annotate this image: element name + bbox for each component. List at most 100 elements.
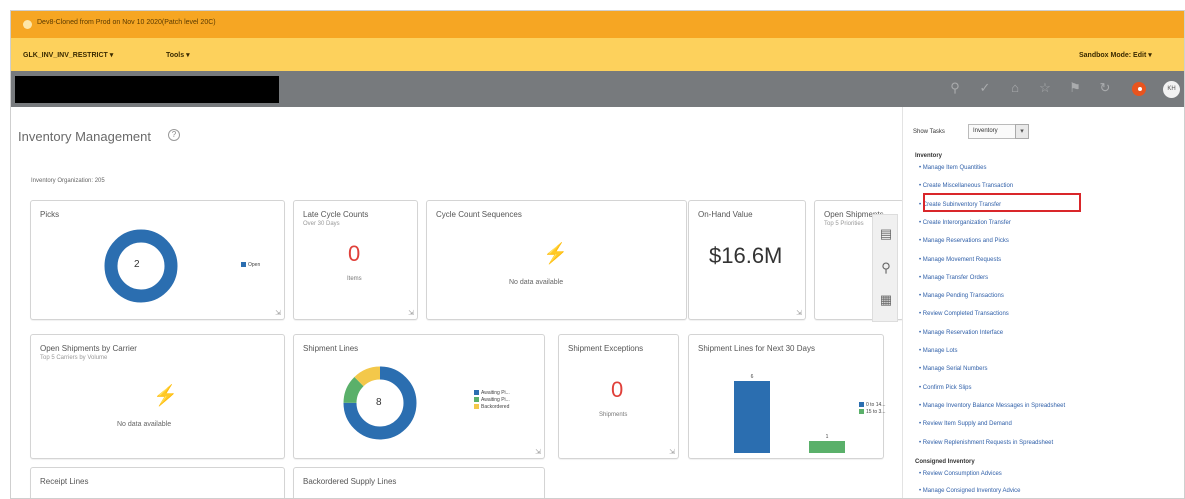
home-icon[interactable]: ⌂	[1007, 80, 1023, 96]
task-link[interactable]: • Manage Serial Numbers	[919, 366, 987, 372]
task-link[interactable]: • Manage Transfer Orders	[919, 275, 988, 281]
receipt-lines-tile[interactable]: Receipt Lines	[30, 467, 285, 498]
on-hand-value: $16.6M	[709, 243, 783, 268]
no-data-text: No data available	[509, 279, 564, 286]
legend-item-awaiting-2: Awaiting Pi...	[474, 397, 510, 403]
shipment-exceptions-caption: Shipments	[599, 412, 628, 418]
tile-title: Shipment Lines	[303, 344, 359, 353]
sandbox-menu[interactable]: GLK_INV_INV_RESTRICT ▾	[23, 51, 113, 59]
notification-badge	[1138, 87, 1142, 91]
app-window: Dev8-Cloned from Prod on Nov 10 2020(Pat…	[10, 10, 1185, 499]
task-link[interactable]: • Manage Lots	[919, 348, 957, 354]
task-link[interactable]: • Review Consumption Advices	[919, 471, 1002, 477]
tile-title: Shipment Exceptions	[568, 344, 644, 353]
donut-center-value: 2	[134, 259, 140, 270]
on-hand-value-tile[interactable]: On-Hand Value $16.6M ⇲	[688, 200, 806, 320]
chart-icon[interactable]: ▦	[877, 291, 895, 309]
shipment-exceptions-tile[interactable]: Shipment Exceptions 0 Shipments ⇲	[558, 334, 679, 459]
shipment-exceptions-value: 0	[611, 377, 624, 402]
tile-title: Late Cycle Counts	[303, 210, 369, 219]
redacted-logo	[15, 76, 279, 103]
task-link[interactable]: • Create Miscellaneous Transaction	[919, 183, 1013, 189]
show-tasks-label: Show Tasks	[913, 129, 945, 135]
star-icon[interactable]: ☆	[1037, 80, 1053, 96]
late-count-value: 0	[348, 241, 361, 266]
legend-item-awaiting-1: Awaiting Pi...	[474, 390, 510, 396]
shipment-lines-next-30-days-tile[interactable]: Shipment Lines for Next 30 Days 61 0 to …	[688, 334, 885, 459]
task-link[interactable]: • Create Interorganization Transfer	[919, 220, 1011, 226]
resize-handle-icon[interactable]: ⇲	[669, 448, 675, 456]
tile-subtitle: Over 30 Days	[303, 221, 340, 227]
sandbox-toolbar: GLK_INV_INV_RESTRICT ▾ Tools ▾ Sandbox M…	[11, 38, 1184, 71]
legend-item-open: Open	[241, 262, 260, 268]
cycle-count-sequences-tile[interactable]: Cycle Count Sequences ⚡ No data availabl…	[426, 200, 687, 320]
tasks-panel: Show Tasks Inventory ▾ Inventory • Manag…	[902, 107, 1184, 498]
recent-icon[interactable]: ↻	[1097, 80, 1113, 96]
side-toolbar: ▤ ⚲ ▦	[872, 214, 898, 322]
tools-menu[interactable]: Tools ▾	[166, 51, 190, 59]
donut-center-value: 8	[376, 397, 382, 408]
task-link[interactable]: • Confirm Pick Slips	[919, 385, 971, 391]
tile-title: Open Shipments by Carrier	[40, 344, 137, 353]
tile-title: On-Hand Value	[698, 210, 753, 219]
tile-title: Picks	[40, 210, 60, 219]
environment-banner: Dev8-Cloned from Prod on Nov 10 2020(Pat…	[11, 11, 1184, 38]
shipment-lines-next-30-bar-chart: 61	[734, 374, 845, 453]
task-link[interactable]: • Manage Pending Transactions	[919, 293, 1004, 299]
organization-label: Inventory Organization: 205	[31, 178, 105, 184]
bar-data-label: 6	[751, 374, 754, 380]
lightning-icon: ⚡	[543, 243, 568, 265]
search-icon[interactable]: ⚲	[947, 80, 963, 96]
shipment-lines-tile[interactable]: Shipment Lines 8 Awaiting Pi... Awaiting…	[293, 334, 545, 459]
picks-donut-chart	[104, 229, 178, 303]
legend-item-0-14: 0 to 14...	[859, 402, 885, 408]
chevron-down-icon[interactable]: ▾	[1015, 124, 1029, 139]
help-icon[interactable]: ?	[168, 129, 180, 141]
info-icon	[23, 20, 32, 29]
bar-1	[809, 441, 845, 453]
task-link[interactable]: • Manage Movement Requests	[919, 257, 1001, 263]
legend-label: Open	[248, 262, 261, 268]
sandbox-mode-menu[interactable]: Sandbox Mode: Edit ▾	[1079, 51, 1152, 59]
tile-subtitle: Top 5 Carriers by Volume	[40, 355, 108, 361]
page-title: Inventory Management	[18, 129, 151, 144]
tile-title: Receipt Lines	[40, 477, 89, 486]
tile-title: Backordered Supply Lines	[303, 477, 397, 486]
pin-icon[interactable]: ✓	[977, 80, 993, 96]
legend-label: 0 to 14...	[866, 402, 886, 408]
legend-label: Backordered	[481, 404, 510, 410]
search-icon[interactable]: ⚲	[877, 259, 895, 277]
tile-subtitle: Top 5 Priorities	[824, 221, 864, 227]
task-link[interactable]: • Manage Reservations and Picks	[919, 238, 1009, 244]
no-data-text: No data available	[117, 421, 172, 428]
late-count-caption: Items	[347, 276, 362, 282]
task-section-consigned: Consigned Inventory	[915, 459, 975, 465]
resize-handle-icon[interactable]: ⇲	[535, 448, 541, 456]
task-link[interactable]: • Manage Inventory Balance Messages in S…	[919, 403, 1065, 409]
task-link[interactable]: • Review Replenishment Requests in Sprea…	[919, 440, 1053, 446]
lightning-icon: ⚡	[153, 385, 178, 407]
task-link[interactable]: • Review Completed Transactions	[919, 311, 1009, 317]
highlight-box	[923, 193, 1081, 212]
legend-item-backordered: Backordered	[474, 404, 509, 410]
flag-icon[interactable]: ⚑	[1067, 80, 1083, 96]
task-link[interactable]: • Review Item Supply and Demand	[919, 421, 1012, 427]
resize-handle-icon[interactable]: ⇲	[275, 309, 281, 317]
open-shipments-by-carrier-tile[interactable]: Open Shipments by Carrier Top 5 Carriers…	[30, 334, 285, 459]
task-link[interactable]: • Manage Item Quantities	[919, 165, 986, 171]
picks-tile[interactable]: Picks 2 Open ⇲	[30, 200, 285, 320]
legend-label: Awaiting Pi...	[481, 397, 510, 403]
resize-handle-icon[interactable]: ⇲	[796, 309, 802, 317]
document-icon[interactable]: ▤	[877, 225, 895, 243]
late-cycle-counts-tile[interactable]: Late Cycle Counts Over 30 Days 0 Items ⇲	[293, 200, 418, 320]
resize-handle-icon[interactable]: ⇲	[408, 309, 414, 317]
donut-segment-open	[104, 229, 178, 303]
tile-title: Cycle Count Sequences	[436, 210, 522, 219]
task-link[interactable]: • Manage Reservation Interface	[919, 330, 1003, 336]
bar-data-label: 1	[826, 434, 829, 440]
global-header: ⚲ ✓ ⌂ ☆ ⚑ ↻ KH	[11, 71, 1184, 107]
bar-0	[734, 381, 770, 453]
backordered-supply-lines-tile[interactable]: Backordered Supply Lines	[293, 467, 545, 498]
avatar[interactable]: KH	[1163, 81, 1180, 98]
task-link[interactable]: • Manage Consigned Inventory Advice	[919, 488, 1021, 494]
